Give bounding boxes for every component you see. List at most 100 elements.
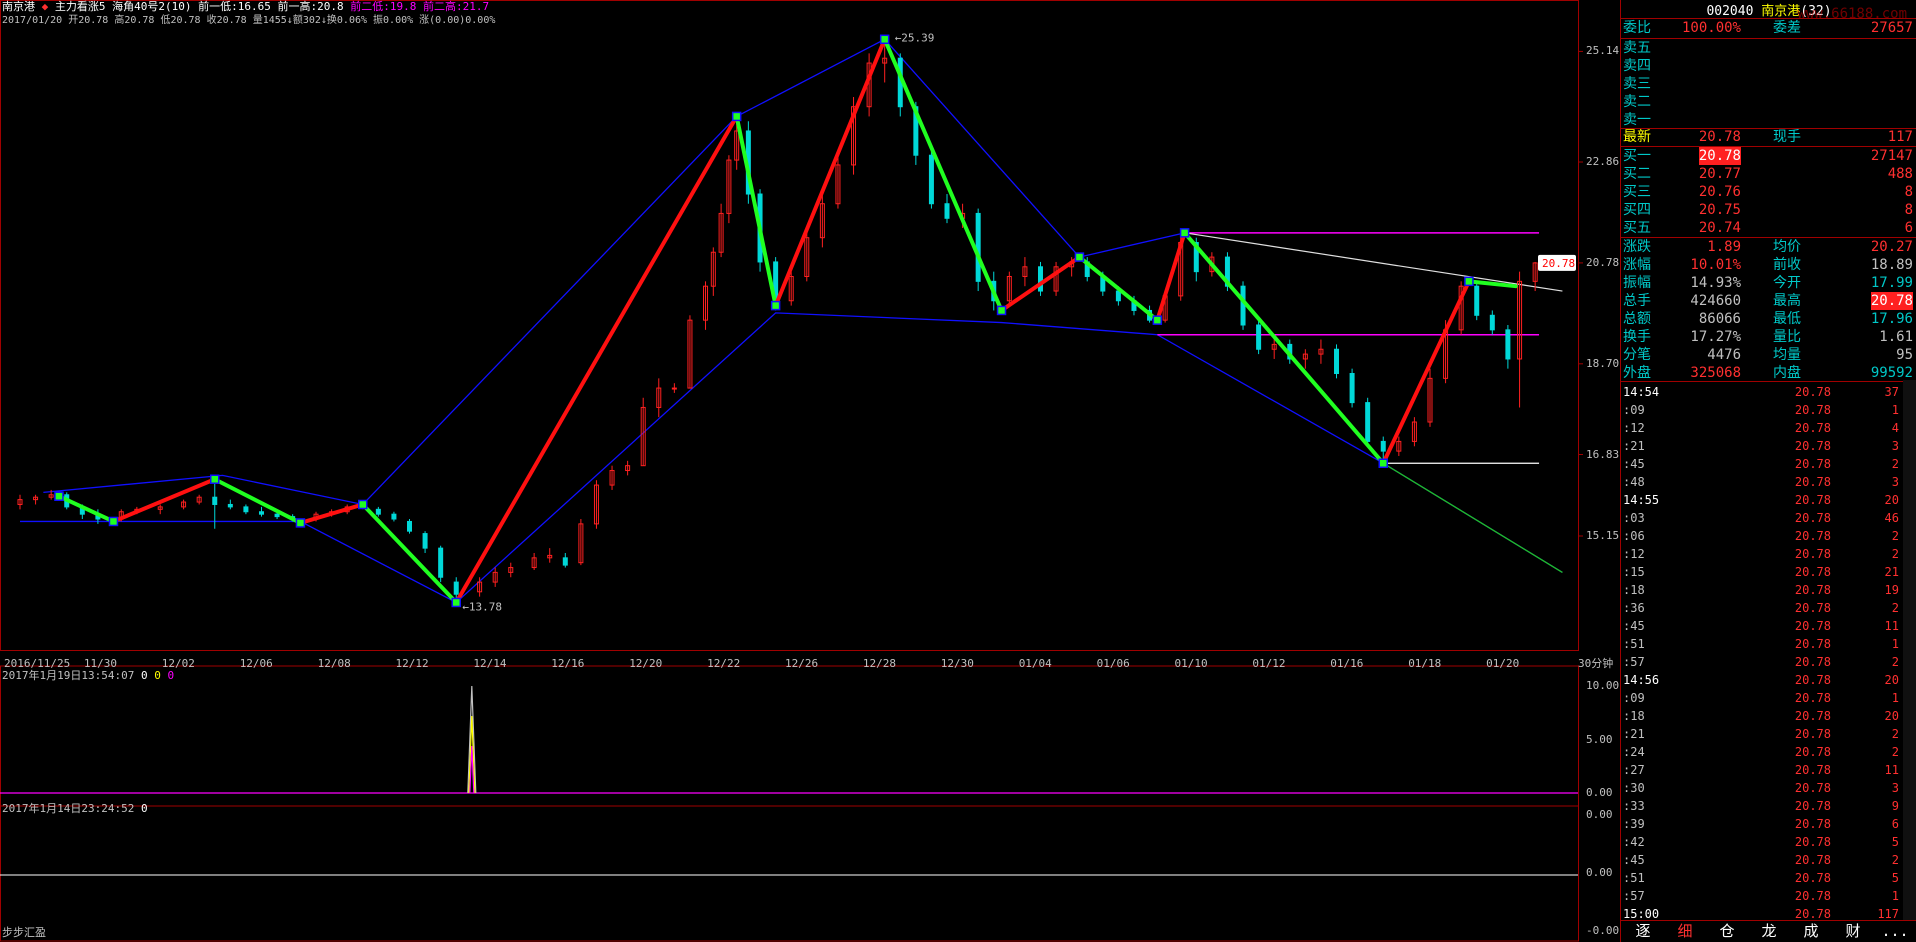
bid-volume: 8 [1904, 184, 1913, 200]
ask-label: 卖二 [1623, 94, 1651, 110]
tick-price: 20.78 [1794, 601, 1831, 615]
tick-time: :21 [1623, 727, 1645, 741]
tick-row[interactable]: :21 20.78 2 [1621, 725, 1916, 743]
tick-row[interactable]: :36 20.78 2 [1621, 599, 1916, 617]
tick-price: 20.78 [1794, 727, 1831, 741]
tick-row[interactable]: :48 20.78 3 [1621, 473, 1916, 491]
date-label: 12/08 [317, 657, 351, 670]
tick-time: :36 [1623, 601, 1645, 615]
price-tick-label: 15.15 [1586, 529, 1620, 542]
tick-row[interactable]: :45 20.78 2 [1621, 455, 1916, 473]
tick-time: :42 [1623, 835, 1645, 849]
kline-chart[interactable]: ←25.39 ←13.78 20.78 [0, 0, 1620, 942]
macd-val-1: 0 [140, 669, 148, 682]
tick-price: 20.78 [1794, 709, 1831, 723]
period-label[interactable]: 30分钟 [1578, 657, 1613, 671]
tick-volume: 20 [1884, 493, 1899, 507]
candle-body [1115, 290, 1121, 302]
candle-body [391, 513, 397, 520]
panel-tab[interactable]: 仓 [1707, 920, 1747, 942]
tick-row[interactable]: :18 20.78 19 [1621, 581, 1916, 599]
stat-label-2: 内盘 [1773, 365, 1801, 381]
upper-envelope-line [43, 38, 1185, 506]
date-label: 12/22 [707, 657, 741, 670]
tick-row[interactable]: :21 20.78 3 [1621, 437, 1916, 455]
pivot-marker [295, 518, 306, 528]
tick-row[interactable]: :03 20.78 46 [1621, 509, 1916, 527]
tick-row[interactable]: :57 20.78 2 [1621, 653, 1916, 671]
tick-price: 20.78 [1794, 619, 1831, 633]
tick-volume: 2 [1891, 601, 1899, 615]
stat-label-2: 前收 [1773, 257, 1801, 273]
tick-row[interactable]: :09 20.78 1 [1621, 401, 1916, 419]
panel-tab[interactable]: 逐 [1623, 920, 1663, 942]
tick-row[interactable]: 14:55 20.78 20 [1621, 491, 1916, 509]
tick-row[interactable]: :12 20.78 4 [1621, 419, 1916, 437]
tick-volume: 46 [1884, 511, 1899, 525]
candle-body [407, 520, 412, 532]
stat-value: 17.27% [1690, 329, 1741, 345]
stock-code: 002040 [1706, 4, 1754, 19]
bid-row: 买五 20.74 6 [1621, 219, 1916, 237]
candle-body [928, 154, 934, 205]
tick-volume: 2 [1891, 529, 1899, 543]
bid-row: 买三 20.76 8 [1621, 183, 1916, 201]
tick-row[interactable]: :42 20.78 5 [1621, 833, 1916, 851]
tick-price: 20.78 [1794, 529, 1831, 543]
tick-row[interactable]: :57 20.78 1 [1621, 887, 1916, 905]
tick-row[interactable]: :45 20.78 2 [1621, 851, 1916, 869]
lower-val: 0 [140, 802, 148, 815]
tick-row[interactable]: :51 20.78 1 [1621, 635, 1916, 653]
ask-row: 卖一 [1621, 111, 1916, 129]
stat-value-2: 20.27 [1870, 239, 1913, 255]
tick-row[interactable]: :15 20.78 21 [1621, 563, 1916, 581]
bid-label: 买五 [1623, 220, 1651, 236]
date-label: 12/06 [239, 657, 273, 670]
panel-tab[interactable]: 龙 [1749, 920, 1789, 942]
tick-price: 20.78 [1794, 457, 1831, 471]
panel-tab[interactable]: 成 [1791, 920, 1831, 942]
tick-row[interactable]: :06 20.78 2 [1621, 527, 1916, 545]
tick-time: :51 [1623, 871, 1645, 885]
tick-scrollbar[interactable] [1903, 380, 1916, 920]
lower-tick-label: 0.00 [1586, 808, 1613, 821]
tick-price: 20.78 [1794, 493, 1831, 507]
tick-time: :24 [1623, 745, 1645, 759]
candle-body [227, 503, 233, 508]
macd-panel-frame [0, 665, 1579, 807]
panel-tab[interactable]: 细 [1665, 920, 1705, 942]
tick-row[interactable]: :09 20.78 1 [1621, 689, 1916, 707]
macd-header: 2017年1月19日13:54:07 0 0 0 [2, 669, 174, 683]
tick-time: :12 [1623, 547, 1645, 561]
tick-row[interactable]: 14:54 20.78 37 [1621, 383, 1916, 401]
tick-time: :45 [1623, 619, 1645, 633]
candle-body [258, 511, 264, 515]
tick-row[interactable]: :24 20.78 2 [1621, 743, 1916, 761]
tick-row[interactable]: :12 20.78 2 [1621, 545, 1916, 563]
ask-row: 卖五 [1621, 39, 1916, 57]
date-label: 01/06 [1096, 657, 1130, 670]
tick-row[interactable]: :51 20.78 5 [1621, 869, 1916, 887]
tick-row[interactable]: :27 20.78 11 [1621, 761, 1916, 779]
panel-tab[interactable]: ... [1875, 920, 1915, 942]
tick-row[interactable]: :45 20.78 11 [1621, 617, 1916, 635]
tick-price: 20.78 [1794, 475, 1831, 489]
tick-row[interactable]: :30 20.78 3 [1621, 779, 1916, 797]
panel-tab[interactable]: 财 [1833, 920, 1873, 942]
tick-price: 20.78 [1794, 547, 1831, 561]
stat-row: 涨跌 1.89 均价 20.27 [1621, 238, 1916, 256]
candle-body [1474, 285, 1480, 316]
tick-row[interactable]: :39 20.78 6 [1621, 815, 1916, 833]
panel-stock-name: 南京港 [1761, 4, 1801, 19]
tick-row[interactable]: 14:56 20.78 20 [1621, 671, 1916, 689]
price-tick-label: 20.78 [1586, 255, 1620, 269]
tick-row[interactable]: :33 20.78 9 [1621, 797, 1916, 815]
tick-row[interactable]: :18 20.78 20 [1621, 707, 1916, 725]
pivot-marker [358, 499, 368, 510]
lower-date: 2017年1月14日23:24:52 [2, 802, 135, 815]
tick-time: 14:54 [1623, 385, 1660, 399]
macd-val-2: 0 [154, 669, 161, 682]
stat-row: 换手 17.27% 量比 1.61 [1621, 328, 1916, 346]
stat-label-2: 最低 [1773, 311, 1801, 327]
chart-area[interactable]: ←25.39 ←13.78 20.78 南京港 ◆ 主力看涨5 海角40号2(10)… [0, 0, 1620, 942]
